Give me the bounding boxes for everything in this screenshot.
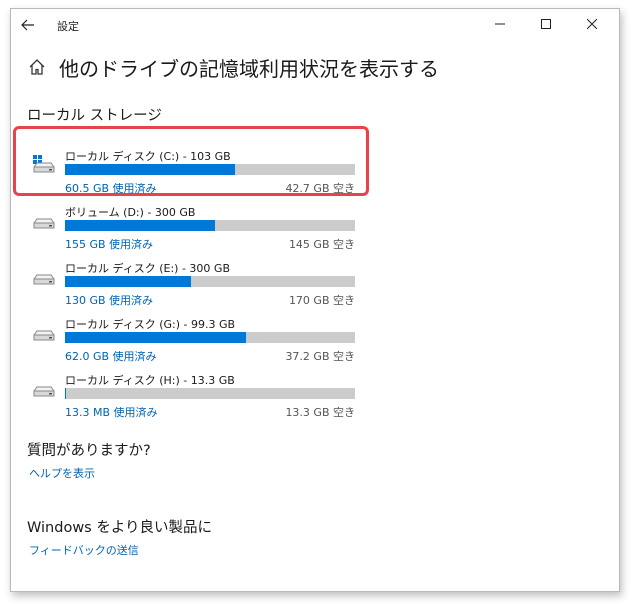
usage-bar-fill bbox=[65, 276, 191, 287]
drive-icon bbox=[33, 330, 55, 341]
maximize-button[interactable] bbox=[523, 11, 569, 37]
usage-bar-fill bbox=[65, 388, 66, 399]
drive-name: ボリューム (D:) - 300 GB bbox=[65, 206, 196, 219]
local-storage-heading: ローカル ストレージ bbox=[27, 108, 162, 124]
window-title: 設定 bbox=[57, 20, 79, 33]
minimize-icon bbox=[495, 23, 505, 25]
back-button[interactable] bbox=[17, 15, 39, 35]
used-space-label: 155 GB 使用済み bbox=[65, 238, 154, 251]
maximize-icon bbox=[541, 19, 551, 29]
page-title: 他のドライブの記憶域利用状況を表示する bbox=[59, 56, 439, 81]
minimize-button[interactable] bbox=[477, 11, 523, 37]
drive-item[interactable]: ローカル ディスク (G:) - 99.3 GB 62.0 GB 使用済み 37.2… bbox=[31, 316, 361, 363]
usage-bar bbox=[65, 388, 355, 399]
windows-drive-icon bbox=[33, 155, 55, 173]
usage-bar bbox=[65, 164, 355, 175]
usage-bar-fill bbox=[65, 164, 236, 175]
drive-icon bbox=[33, 274, 55, 285]
drive-name: ローカル ディスク (G:) - 99.3 GB bbox=[65, 318, 236, 331]
drive-item[interactable]: ボリューム (D:) - 300 GB 155 GB 使用済み 145 GB 空き bbox=[31, 204, 361, 251]
help-heading: 質問がありますか? bbox=[27, 443, 151, 459]
page-header: 他のドライブの記憶域利用状況を表示する bbox=[27, 53, 439, 81]
used-space-label: 130 GB 使用済み bbox=[65, 294, 154, 307]
back-arrow-icon bbox=[21, 19, 34, 31]
close-icon bbox=[587, 19, 597, 29]
free-space-label: 170 GB 空き bbox=[288, 294, 355, 307]
feedback-link[interactable]: フィードバックの送信 bbox=[29, 542, 139, 558]
help-link[interactable]: ヘルプを表示 bbox=[29, 465, 95, 481]
drive-icon bbox=[33, 218, 55, 229]
used-space-label: 62.0 GB 使用済み bbox=[65, 350, 157, 363]
drive-name: ローカル ディスク (E:) - 300 GB bbox=[65, 262, 230, 275]
drive-icon bbox=[33, 386, 55, 397]
home-icon[interactable] bbox=[27, 57, 47, 77]
free-space-label: 145 GB 空き bbox=[288, 238, 355, 251]
free-space-label: 13.3 GB 空き bbox=[285, 406, 355, 419]
usage-bar bbox=[65, 332, 355, 343]
title-bar: 設定 bbox=[11, 9, 619, 41]
usage-bar-fill bbox=[65, 220, 215, 231]
drive-name: ローカル ディスク (H:) - 13.3 GB bbox=[65, 374, 235, 387]
settings-window: 設定 他のドライブの記憶域利用状況を表示する ローカル ストレージ ローカル デ… bbox=[10, 8, 620, 592]
free-space-label: 37.2 GB 空き bbox=[285, 350, 355, 363]
feedback-heading: Windows をより良い製品に bbox=[27, 520, 213, 536]
drive-item[interactable]: ローカル ディスク (C:) - 103 GB 60.5 GB 使用済み 42.7 … bbox=[31, 148, 361, 195]
usage-bar bbox=[65, 276, 355, 287]
usage-bar-fill bbox=[65, 332, 247, 343]
used-space-label: 60.5 GB 使用済み bbox=[65, 182, 157, 195]
close-button[interactable] bbox=[569, 11, 615, 37]
usage-bar bbox=[65, 220, 355, 231]
free-space-label: 42.7 GB 空き bbox=[285, 182, 355, 195]
used-space-label: 13.3 MB 使用済み bbox=[65, 406, 158, 419]
drive-name: ローカル ディスク (C:) - 103 GB bbox=[65, 150, 231, 163]
drive-item[interactable]: ローカル ディスク (H:) - 13.3 GB 13.3 MB 使用済み 13.3… bbox=[31, 372, 361, 419]
drive-item[interactable]: ローカル ディスク (E:) - 300 GB 130 GB 使用済み 170 GB… bbox=[31, 260, 361, 307]
